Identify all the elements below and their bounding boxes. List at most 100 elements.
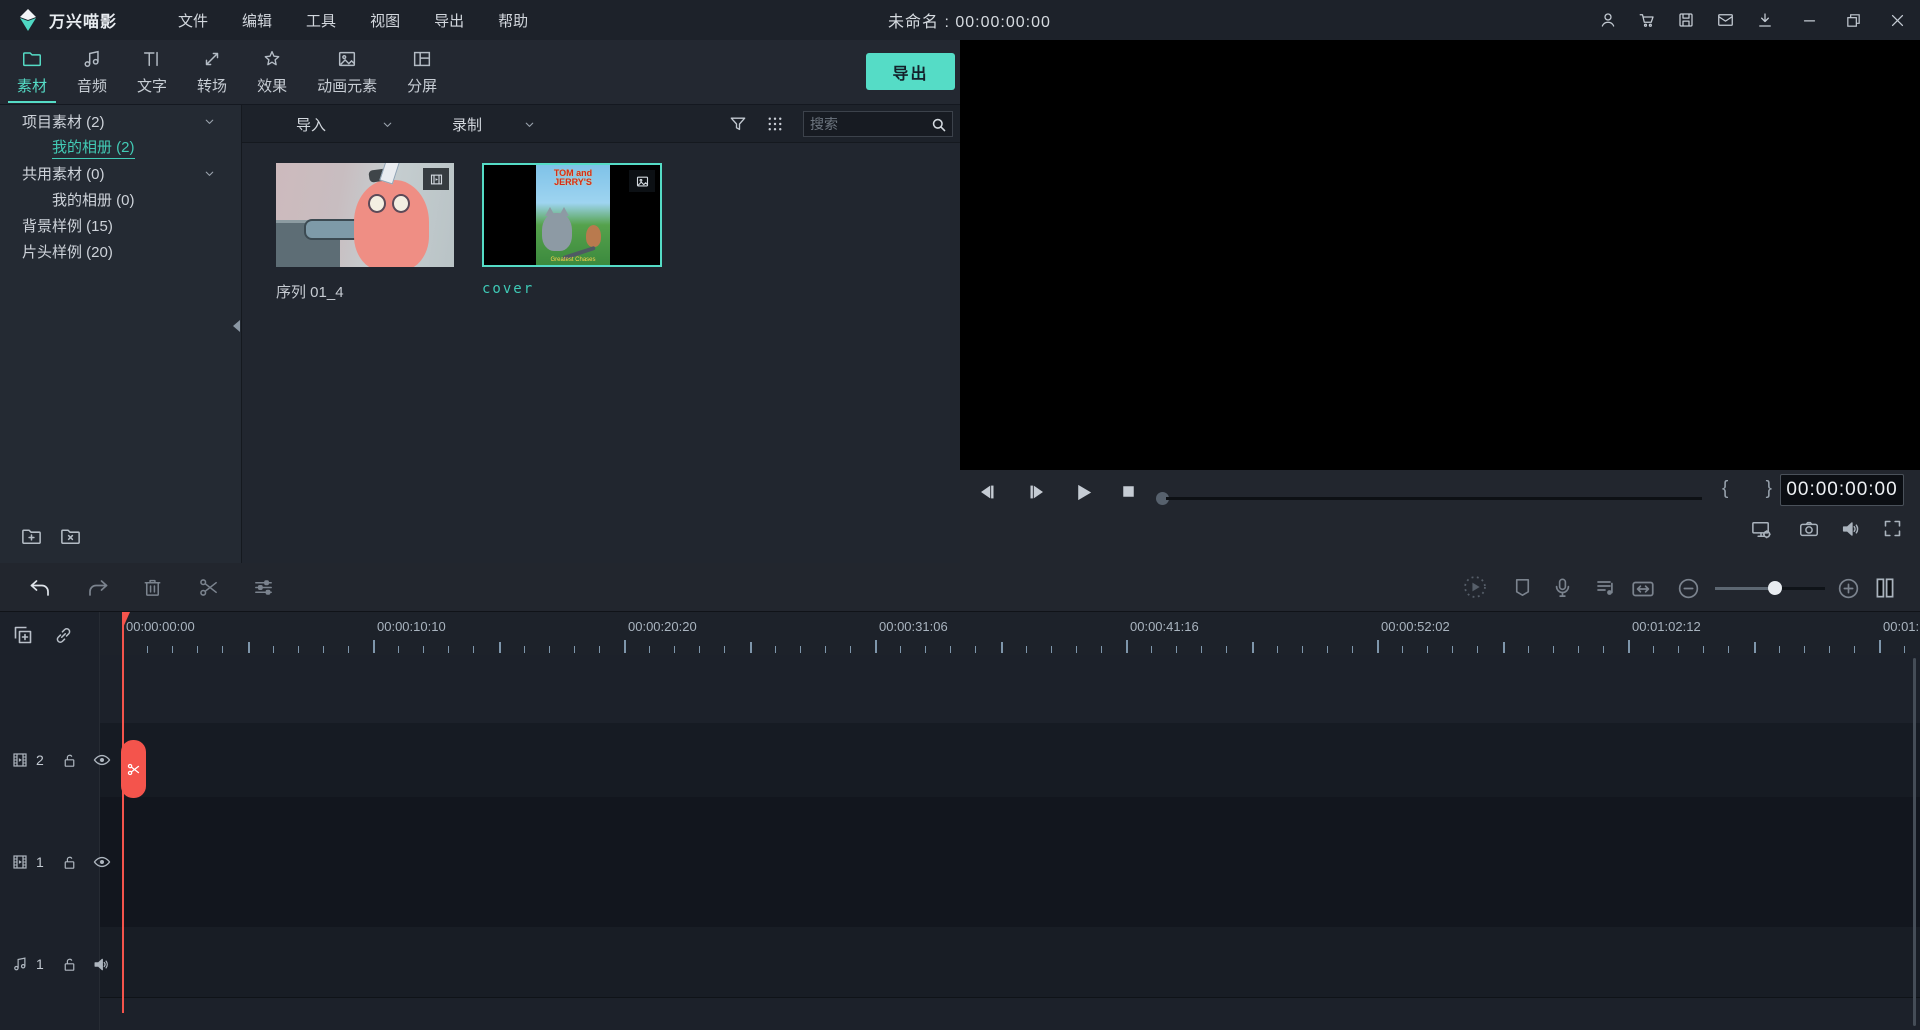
minimize-icon[interactable] bbox=[1801, 12, 1818, 29]
sidebar-item-my-album-shared[interactable]: 我的相册 (0) bbox=[0, 186, 242, 212]
cart-icon[interactable] bbox=[1638, 11, 1656, 29]
menu-edit[interactable]: 编辑 bbox=[229, 6, 285, 35]
redo-icon[interactable] bbox=[86, 576, 110, 600]
fullscreen-icon[interactable] bbox=[1882, 518, 1903, 539]
save-icon[interactable] bbox=[1677, 11, 1695, 29]
import-button[interactable]: 导入 bbox=[296, 105, 326, 143]
delete-icon[interactable] bbox=[141, 576, 164, 599]
filmstrip-icon bbox=[429, 172, 444, 187]
eye-icon[interactable] bbox=[92, 852, 112, 872]
tab-splitscreen[interactable]: 分屏 bbox=[392, 40, 452, 104]
tab-audio[interactable]: 音频 bbox=[62, 40, 122, 104]
timeline-vertical-scrollbar[interactable] bbox=[1913, 658, 1916, 1026]
account-icon[interactable] bbox=[1599, 11, 1617, 29]
lock-open-icon[interactable] bbox=[61, 956, 78, 973]
render-preview-icon[interactable] bbox=[1461, 573, 1489, 601]
adjust-settings-icon[interactable] bbox=[252, 576, 275, 599]
panel-layout-icon[interactable] bbox=[1872, 575, 1898, 601]
sidebar-collapse-handle[interactable] bbox=[233, 320, 240, 332]
play-button[interactable] bbox=[1072, 481, 1095, 504]
sidebar-item-my-album-project[interactable]: 我的相册 (2) bbox=[0, 134, 242, 160]
undo-icon[interactable] bbox=[28, 576, 52, 600]
next-frame-button[interactable] bbox=[1026, 481, 1048, 503]
download-icon[interactable] bbox=[1756, 11, 1774, 29]
ruler-timecode-label: 00:01:12:22 bbox=[1883, 619, 1920, 634]
import-chevron-icon[interactable] bbox=[381, 118, 394, 131]
link-icon[interactable] bbox=[53, 625, 74, 646]
ruler-timecode-label: 00:00:52:02 bbox=[1381, 619, 1450, 634]
audio-track-1-lane[interactable] bbox=[100, 927, 1920, 997]
restore-icon[interactable] bbox=[1845, 12, 1862, 29]
scissors-icon[interactable] bbox=[197, 576, 220, 599]
ruler-tick bbox=[1176, 646, 1177, 653]
mute-speaker-icon[interactable] bbox=[92, 955, 111, 974]
remove-folder-icon[interactable] bbox=[59, 525, 82, 548]
menu-view[interactable]: 视图 bbox=[357, 6, 413, 35]
filter-icon[interactable] bbox=[728, 114, 748, 134]
ruler-tick bbox=[1252, 642, 1254, 653]
snapshot-camera-icon[interactable] bbox=[1798, 518, 1820, 540]
ruler-tick bbox=[1678, 646, 1679, 653]
ruler-timecode-label: 00:01:02:12 bbox=[1632, 619, 1701, 634]
audio-mixer-icon[interactable] bbox=[1594, 576, 1618, 600]
timeline-zoom-slider-handle[interactable] bbox=[1768, 581, 1782, 595]
sidebar-item-intro-samples[interactable]: 片头样例 (20) bbox=[0, 238, 242, 264]
sidebar-item-project-media[interactable]: 项目素材 (2) bbox=[0, 108, 242, 134]
previous-frame-button[interactable] bbox=[976, 481, 998, 503]
add-folder-icon[interactable] bbox=[20, 525, 43, 548]
display-settings-icon[interactable] bbox=[1750, 518, 1773, 541]
sidebar-item-shared-media[interactable]: 共用素材 (0) bbox=[0, 160, 242, 186]
video-track-2-lane[interactable] bbox=[100, 723, 1920, 797]
eye-icon[interactable] bbox=[92, 750, 112, 770]
zoom-in-icon[interactable] bbox=[1836, 576, 1861, 601]
menu-export[interactable]: 导出 bbox=[421, 6, 477, 35]
ruler-tick bbox=[1026, 646, 1027, 653]
ruler-tick bbox=[775, 646, 776, 653]
chevron-down-icon[interactable] bbox=[203, 167, 216, 180]
mail-icon[interactable] bbox=[1716, 11, 1735, 29]
ruler-tick bbox=[147, 646, 148, 653]
ruler-tick bbox=[1528, 646, 1529, 653]
export-button[interactable]: 导出 bbox=[866, 53, 955, 90]
search-icon[interactable] bbox=[930, 116, 947, 133]
fit-to-timeline-icon[interactable] bbox=[1630, 576, 1656, 602]
search-input[interactable] bbox=[804, 116, 930, 132]
tab-effects[interactable]: 效果 bbox=[242, 40, 302, 104]
voiceover-mic-icon[interactable] bbox=[1551, 576, 1574, 599]
record-button[interactable]: 录制 bbox=[452, 105, 482, 143]
media-item-video[interactable] bbox=[276, 163, 454, 267]
lock-open-icon[interactable] bbox=[61, 854, 78, 871]
marker-icon[interactable] bbox=[1511, 576, 1534, 599]
video-track-1-header: 1 bbox=[0, 834, 99, 890]
tab-media[interactable]: 素材 bbox=[2, 40, 62, 104]
media-item-image[interactable]: TOM and JERRY'S Greatest Chases bbox=[482, 163, 662, 267]
add-track-icon[interactable] bbox=[11, 623, 35, 647]
playhead-handle[interactable] bbox=[121, 740, 146, 798]
tab-transitions[interactable]: 转场 bbox=[182, 40, 242, 104]
tab-text[interactable]: 文字 bbox=[122, 40, 182, 104]
mark-inout-buttons[interactable]: { } bbox=[1722, 478, 1788, 500]
menu-file[interactable]: 文件 bbox=[165, 6, 221, 35]
volume-icon[interactable] bbox=[1840, 518, 1862, 540]
timeline-ruler[interactable]: 00:00:00:0000:00:10:1000:00:20:2000:00:3… bbox=[100, 612, 1920, 655]
ruler-tick bbox=[1854, 646, 1855, 653]
menu-tools[interactable]: 工具 bbox=[293, 6, 349, 35]
playhead-flag[interactable] bbox=[122, 612, 130, 630]
menu-help[interactable]: 帮助 bbox=[485, 6, 541, 35]
ruler-tick bbox=[1277, 646, 1278, 653]
grid-view-icon[interactable] bbox=[766, 115, 784, 133]
preview-panel: { } 00:00:00:00 bbox=[960, 40, 1920, 563]
video-track-1-lane[interactable] bbox=[100, 797, 1920, 927]
chevron-down-icon[interactable] bbox=[203, 115, 216, 128]
tab-elements[interactable]: 动画元素 bbox=[302, 40, 392, 104]
close-icon[interactable] bbox=[1889, 12, 1906, 29]
scrubber-track[interactable] bbox=[1166, 497, 1702, 500]
app-name: 万兴喵影 bbox=[49, 8, 117, 32]
record-chevron-icon[interactable] bbox=[523, 118, 536, 131]
zoom-out-icon[interactable] bbox=[1676, 576, 1701, 601]
picture-icon bbox=[336, 48, 358, 70]
preview-video-area[interactable] bbox=[960, 40, 1920, 470]
lock-open-icon[interactable] bbox=[61, 752, 78, 769]
stop-button[interactable] bbox=[1118, 481, 1139, 502]
sidebar-item-background-samples[interactable]: 背景样例 (15) bbox=[0, 212, 242, 238]
